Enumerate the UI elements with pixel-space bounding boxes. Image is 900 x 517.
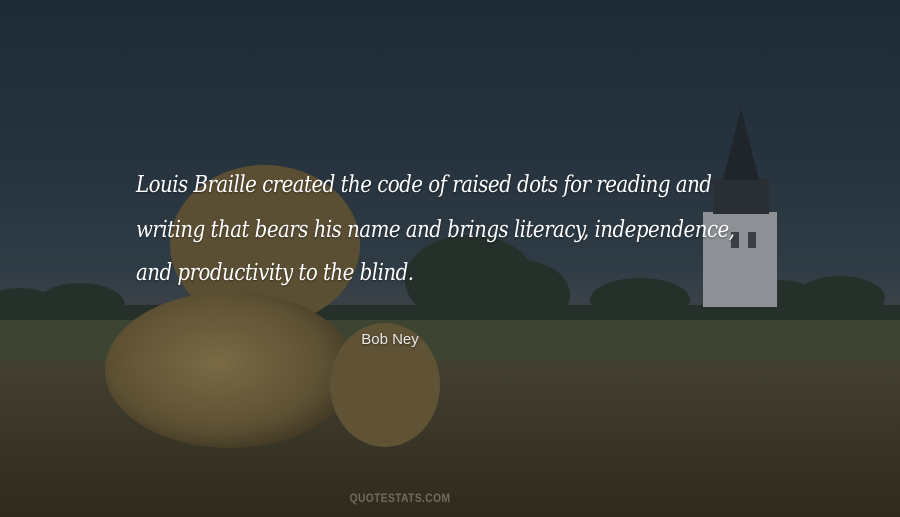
quote-image: Louis Braille created the code of raised… xyxy=(0,0,900,517)
background-photo xyxy=(0,108,900,517)
quote-line-1: Louis Braille created the code of raised… xyxy=(136,172,712,198)
watermark: QUOTESTATS.COM xyxy=(349,491,451,505)
quote-author: Bob Ney xyxy=(361,331,419,348)
church xyxy=(703,108,777,307)
quote-line-3: and productivity to the blind. xyxy=(136,260,414,286)
quote-line-2: writing that bears his name and brings l… xyxy=(136,217,735,243)
